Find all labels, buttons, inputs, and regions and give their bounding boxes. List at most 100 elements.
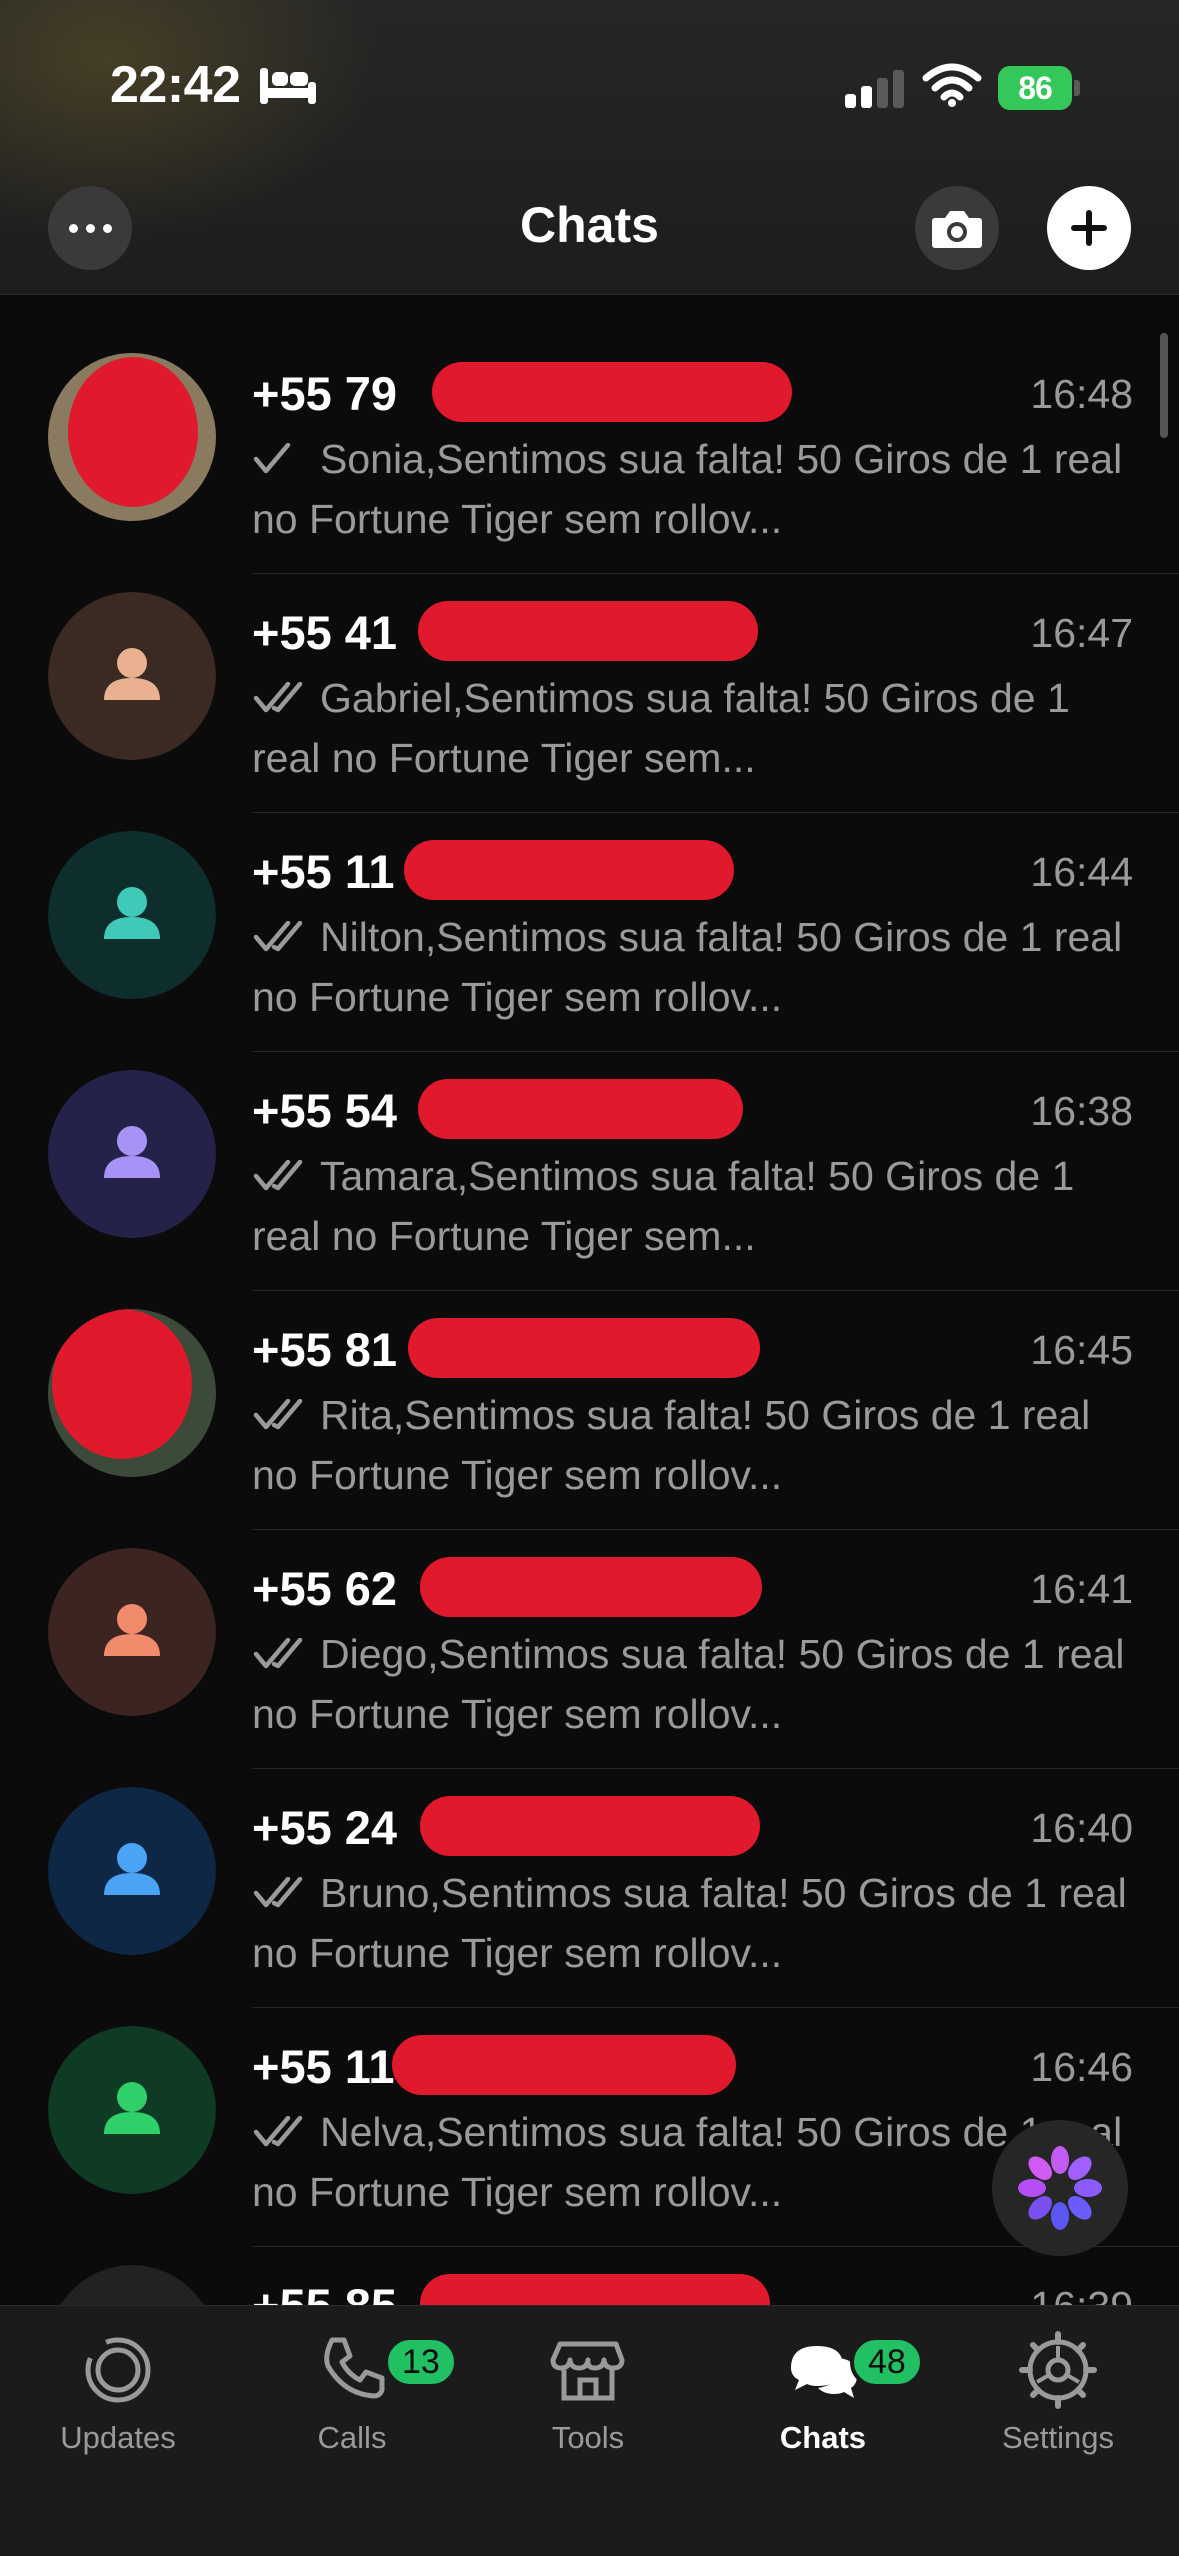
avatar[interactable] — [48, 1070, 216, 1238]
bed-icon — [260, 68, 316, 104]
chat-row[interactable]: +55 54 16:38 Tamara,Sentimos sua falta! 50… — [0, 1052, 1179, 1291]
chat-row[interactable]: +55 62 16:41 Diego,Sentimos sua falta! 50 … — [0, 1530, 1179, 1769]
chat-time: 16:48 — [1030, 371, 1133, 417]
chat-name: +55 24 — [252, 1801, 398, 1854]
gear-icon — [1019, 2331, 1097, 2409]
chat-preview: Nilton,Sentimos sua falta! 50 Giros de 1… — [252, 907, 1132, 1027]
double-check-icon — [252, 914, 320, 960]
avatar[interactable] — [48, 592, 216, 760]
double-check-icon — [252, 1870, 320, 1916]
double-check-icon — [252, 2109, 320, 2155]
chat-preview: Diego,Sentimos sua falta! 50 Giros de 1 … — [252, 1624, 1132, 1744]
chat-preview: Tamara,Sentimos sua falta! 50 Giros de 1… — [252, 1146, 1132, 1266]
plus-icon — [1071, 210, 1107, 246]
redaction-mark — [432, 362, 792, 422]
avatar[interactable] — [48, 2026, 216, 2194]
top-bar: 22:42 86 Chats — [0, 0, 1179, 295]
battery-indicator: 86 — [998, 66, 1080, 110]
redaction-mark — [420, 2274, 770, 2305]
redaction-mark — [420, 1796, 760, 1856]
chat-preview: Gabriel,Sentimos sua falta! 50 Giros de … — [252, 668, 1132, 788]
chat-preview: Bruno,Sentimos sua falta! 50 Giros de 1 … — [252, 1863, 1132, 1983]
double-check-icon — [252, 675, 320, 721]
tab-bar: Updates Calls 13 Tools Chats 48 Settings — [0, 2305, 1179, 2556]
tab-settings[interactable]: Settings — [968, 2328, 1148, 2456]
preview-text: Diego,Sentimos sua falta! 50 Giros de 1 … — [252, 1631, 1125, 1737]
preview-text: Rita,Sentimos sua falta! 50 Giros de 1 r… — [252, 1392, 1091, 1498]
double-check-icon — [252, 1153, 320, 1199]
redaction-mark — [420, 1557, 762, 1617]
chat-row[interactable]: +55 11 16:44 Nilton,Sentimos sua falta! 50… — [0, 813, 1179, 1052]
chat-time: 16:45 — [1030, 1327, 1133, 1373]
preview-text: Sonia,Sentimos sua falta! 50 Giros de 1 … — [252, 436, 1123, 542]
single-check-icon — [252, 436, 320, 482]
chat-name: +55 54 — [252, 1084, 398, 1137]
chat-name: +55 62 — [252, 1562, 398, 1615]
tab-label: Updates — [60, 2420, 176, 2455]
chat-list[interactable]: +55 79 16:48 Sonia,Sentimos sua falta! 50 … — [0, 335, 1179, 2305]
battery-tip — [1074, 80, 1080, 96]
status-time: 22:42 — [110, 56, 241, 114]
chat-time: 16:38 — [1030, 1088, 1133, 1134]
chat-time: 16:47 — [1030, 610, 1133, 656]
calls-badge: 13 — [384, 2336, 458, 2388]
avatar[interactable] — [48, 1309, 216, 1477]
chat-name: +55 85 — [252, 2278, 397, 2305]
avatar[interactable] — [48, 1548, 216, 1716]
redaction-mark — [418, 1079, 743, 1139]
avatar[interactable] — [48, 2265, 216, 2305]
tab-label: Chats — [779, 2420, 867, 2455]
wifi-icon — [922, 63, 982, 107]
camera-icon — [932, 211, 982, 248]
preview-text: Nelva,Sentimos sua falta! 50 Giros de 1 … — [252, 2109, 1123, 2215]
chat-name: +55 11 — [252, 2040, 395, 2093]
updates-icon — [85, 2337, 151, 2403]
chat-row[interactable]: +55 24 16:40 Bruno,Sentimos sua falta! 50 … — [0, 1769, 1179, 2008]
redaction-mark — [392, 2035, 736, 2095]
redaction-mark — [68, 357, 198, 507]
chat-name: +55 79 — [252, 367, 398, 420]
chat-preview: Rita,Sentimos sua falta! 50 Giros de 1 r… — [252, 1385, 1132, 1505]
chat-time: 16:41 — [1030, 1566, 1133, 1612]
chats-badge: 48 — [850, 2336, 924, 2388]
chat-time: 16:46 — [1030, 2044, 1133, 2090]
new-chat-button[interactable] — [1047, 186, 1131, 270]
redaction-mark — [52, 1309, 192, 1459]
chat-name: +55 81 — [252, 1323, 398, 1376]
camera-button[interactable] — [915, 186, 999, 270]
chat-time: 16:40 — [1030, 1805, 1133, 1851]
chat-name: +55 11 — [252, 845, 395, 898]
double-check-icon — [252, 1631, 320, 1677]
tab-label: Settings — [1001, 2420, 1114, 2455]
phone-icon — [324, 2337, 385, 2399]
tab-tools[interactable]: Tools — [498, 2328, 678, 2456]
chat-row[interactable]: +55 85 16:39 — [0, 2247, 1179, 2305]
tab-updates[interactable]: Updates — [28, 2328, 208, 2456]
meta-ai-button[interactable] — [992, 2120, 1128, 2256]
avatar[interactable] — [48, 1787, 216, 1955]
storefront-icon — [550, 2341, 625, 2401]
redaction-mark — [408, 1318, 760, 1378]
chat-time: 16:39 — [1030, 2283, 1133, 2305]
scrollbar[interactable] — [1160, 333, 1168, 438]
tab-label: Calls — [317, 2420, 387, 2455]
preview-text: Tamara,Sentimos sua falta! 50 Giros de 1… — [252, 1153, 1075, 1259]
chat-row[interactable]: +55 79 16:48 Sonia,Sentimos sua falta! 50 … — [0, 335, 1179, 574]
chat-time: 16:44 — [1030, 849, 1133, 895]
redaction-mark — [404, 840, 734, 900]
chat-preview: Sonia,Sentimos sua falta! 50 Giros de 1 … — [252, 429, 1132, 549]
avatar[interactable] — [48, 353, 216, 521]
chat-row[interactable]: +55 41 16:47 Gabriel,Sentimos sua falta! 5… — [0, 574, 1179, 813]
page-title: Chats — [520, 197, 659, 253]
preview-text: Gabriel,Sentimos sua falta! 50 Giros de … — [252, 675, 1070, 781]
meta-ai-icon — [1018, 2146, 1102, 2230]
preview-text: Bruno,Sentimos sua falta! 50 Giros de 1 … — [252, 1870, 1127, 1976]
battery-level: 86 — [998, 66, 1072, 110]
redaction-mark — [418, 601, 758, 661]
avatar[interactable] — [48, 831, 216, 999]
preview-text: Nilton,Sentimos sua falta! 50 Giros de 1… — [252, 914, 1123, 1020]
chat-name: +55 41 — [252, 606, 398, 659]
double-check-icon — [252, 1392, 320, 1438]
cellular-signal-icon — [845, 70, 904, 108]
chat-row[interactable]: +55 81 16:45 Rita,Sentimos sua falta! 50 G… — [0, 1291, 1179, 1530]
